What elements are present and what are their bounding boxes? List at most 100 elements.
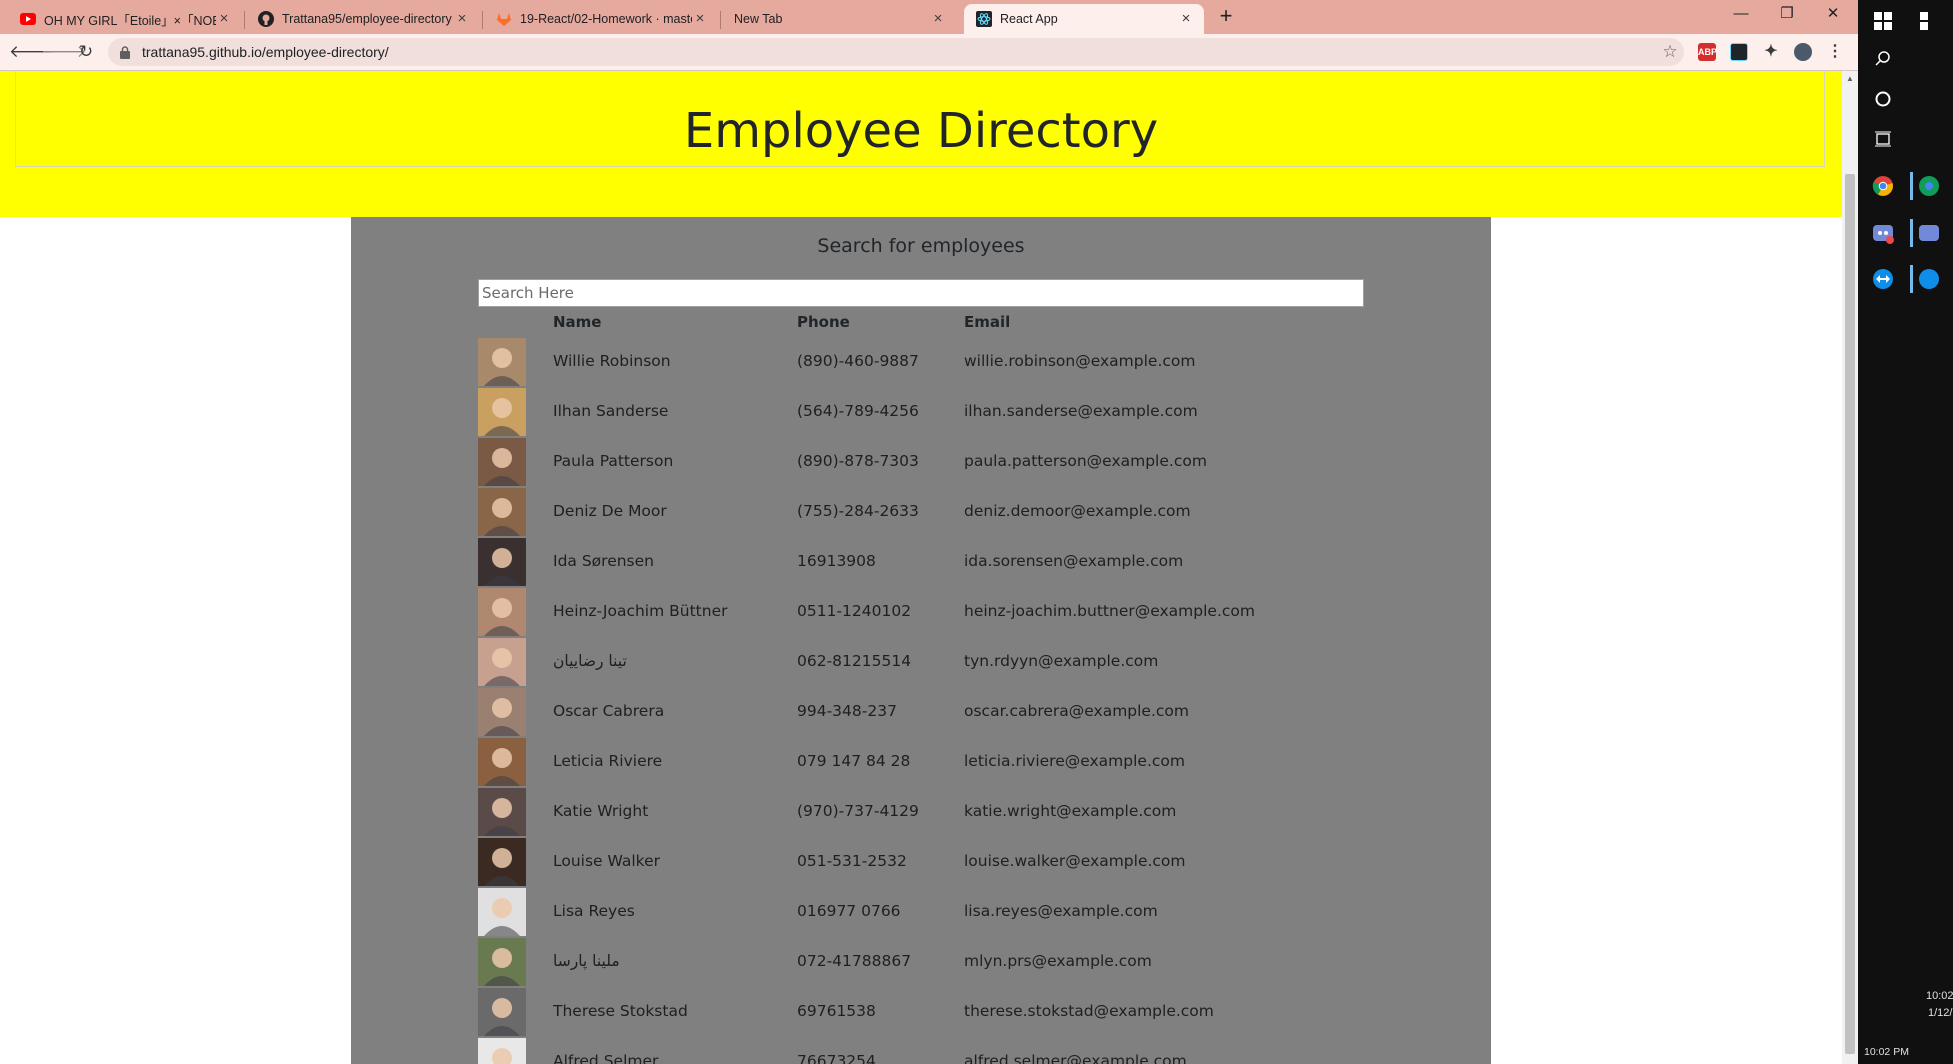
employee-avatar xyxy=(478,838,526,886)
table-row: Willie Robinson (890)-460-9887 willie.robi… xyxy=(351,337,1491,387)
tab-gitlab[interactable]: 19-React/02-Homework · master × xyxy=(484,4,718,34)
employee-name: Oscar Cabrera xyxy=(553,702,665,720)
bookmark-star-icon[interactable]: ☆ xyxy=(1656,42,1684,62)
employee-avatar xyxy=(478,988,526,1036)
discord-icon[interactable] xyxy=(1916,220,1942,246)
discord-icon[interactable] xyxy=(1870,220,1896,246)
employee-avatar xyxy=(478,388,526,436)
column-header-phone[interactable]: Phone xyxy=(797,313,850,331)
reload-button[interactable]: ↻ xyxy=(74,40,98,64)
new-tab-button[interactable]: + xyxy=(1214,5,1238,29)
page-viewport: Employee Directory Search for employees … xyxy=(0,71,1842,1064)
column-header-email[interactable]: Email xyxy=(964,313,1010,331)
table-row: Heinz-Joachim Büttner 0511-1240102 heinz-j… xyxy=(351,587,1491,637)
employee-name: Alfred Selmer xyxy=(553,1052,659,1064)
employee-phone: 76673254 xyxy=(797,1052,876,1064)
tab-github[interactable]: Trattana95/employee-directory × xyxy=(246,4,480,34)
close-tab-icon[interactable]: × xyxy=(216,11,232,27)
close-tab-icon[interactable]: × xyxy=(1178,11,1194,27)
teamviewer-icon[interactable] xyxy=(1916,266,1942,292)
youtube-icon xyxy=(20,11,36,27)
windows-start-icon[interactable] xyxy=(1916,8,1942,34)
scroll-up-icon[interactable]: ▲ xyxy=(1842,74,1858,83)
tab-react-app[interactable]: React App × xyxy=(964,4,1204,34)
tab-separator xyxy=(482,11,483,29)
table-row: Leticia Riviere 079 147 84 28 leticia.rivi… xyxy=(351,737,1491,787)
taskbar-active-indicator xyxy=(1910,172,1913,200)
search-heading: Search for employees xyxy=(817,235,1025,257)
tab-separator xyxy=(720,11,721,29)
profile-avatar[interactable] xyxy=(1794,43,1812,61)
table-row: Katie Wright (970)-737-4129 katie.wright@e… xyxy=(351,787,1491,837)
employee-name: Lisa Reyes xyxy=(553,902,635,920)
forward-button[interactable]: 🡒 xyxy=(41,40,87,64)
employee-email: leticia.riviere@example.com xyxy=(964,752,1185,770)
employee-avatar xyxy=(478,438,526,486)
page-scrollbar[interactable]: ▲ xyxy=(1842,71,1858,1064)
tab-title: Trattana95/employee-directory xyxy=(282,12,452,26)
table-row: Ilhan Sanderse (564)-789-4256 ilhan.sander… xyxy=(351,387,1491,437)
address-bar[interactable]: trattana95.github.io/employee-directory/… xyxy=(108,38,1684,66)
employee-email: katie.wright@example.com xyxy=(964,802,1177,820)
adblock-icon[interactable]: ABP xyxy=(1698,43,1717,61)
employee-avatar xyxy=(478,488,526,536)
employee-email: deniz.demoor@example.com xyxy=(964,502,1191,520)
clock-time[interactable]: 10:02 PM xyxy=(1864,1046,1909,1058)
more-menu-icon[interactable]: ⋮ xyxy=(1826,43,1844,61)
chrome-icon[interactable] xyxy=(1870,173,1896,199)
puzzle-icon[interactable]: ✦ xyxy=(1762,43,1780,61)
table-row: تینا رضاییان 062-81215514 tyn.rdyyn@exampl… xyxy=(351,637,1491,687)
task-view-icon[interactable] xyxy=(1870,126,1896,152)
close-tab-icon[interactable]: × xyxy=(930,11,946,27)
employee-phone: 16913908 xyxy=(797,552,876,570)
table-row: Alfred Selmer 76673254 alfred.selmer@examp… xyxy=(351,1037,1491,1064)
windows-taskbar: 10:02 1/12/ 10:02 PM xyxy=(1858,0,1953,1064)
close-tab-icon[interactable]: × xyxy=(692,11,708,27)
react-devtools-icon[interactable] xyxy=(1730,43,1748,61)
employee-phone: 079 147 84 28 xyxy=(797,752,911,770)
close-window-button[interactable]: ✕ xyxy=(1810,0,1856,30)
close-tab-icon[interactable]: × xyxy=(454,11,470,27)
tab-new-tab[interactable]: New Tab × xyxy=(722,4,956,34)
employee-name: Ida Sørensen xyxy=(553,552,654,570)
employee-name: Louise Walker xyxy=(553,852,660,870)
tab-youtube[interactable]: OH MY GIRL「Etoile」×「NOBLESSE × xyxy=(8,4,242,34)
table-row: Louise Walker 051-531-2532 louise.walker@e… xyxy=(351,837,1491,887)
column-header-name[interactable]: Name xyxy=(553,313,601,331)
employee-avatar xyxy=(478,638,526,686)
employee-phone: (564)-789-4256 xyxy=(797,402,919,420)
search-icon[interactable] xyxy=(1870,46,1896,72)
employee-avatar xyxy=(478,338,526,386)
employee-phone: 994-348-237 xyxy=(797,702,897,720)
employee-email: ilhan.sanderse@example.com xyxy=(964,402,1198,420)
employee-name: Ilhan Sanderse xyxy=(553,402,669,420)
tab-title: New Tab xyxy=(734,12,783,26)
scrollbar-thumb[interactable] xyxy=(1845,174,1855,1054)
employee-email: willie.robinson@example.com xyxy=(964,352,1196,370)
search-input[interactable] xyxy=(478,279,1364,307)
employee-email: louise.walker@example.com xyxy=(964,852,1186,870)
minimize-button[interactable]: — xyxy=(1718,0,1764,30)
table-row: Deniz De Moor (755)-284-2633 deniz.demoor@… xyxy=(351,487,1491,537)
employee-avatar xyxy=(478,738,526,786)
table-row: Lisa Reyes 016977 0766 lisa.reyes@example.… xyxy=(351,887,1491,937)
employee-panel: Search for employees Name Phone Email Wi… xyxy=(351,217,1491,1064)
employee-phone: (755)-284-2633 xyxy=(797,502,919,520)
employee-name: Heinz-Joachim Büttner xyxy=(553,602,728,620)
chrome-icon[interactable] xyxy=(1916,173,1942,199)
lock-icon xyxy=(120,45,132,59)
gitlab-icon xyxy=(496,11,512,27)
windows-start-icon[interactable] xyxy=(1870,8,1896,34)
employee-email: oscar.cabrera@example.com xyxy=(964,702,1189,720)
employee-phone: 062-81215514 xyxy=(797,652,912,670)
employee-email: alfred.selmer@example.com xyxy=(964,1052,1187,1064)
teamviewer-icon[interactable] xyxy=(1870,266,1896,292)
cortana-icon[interactable] xyxy=(1870,86,1896,112)
table-row: ملینا پارسا 072-41788867 mlyn.prs@example.… xyxy=(351,937,1491,987)
back-button[interactable]: 🡐 xyxy=(9,40,55,64)
url-text: trattana95.github.io/employee-directory/ xyxy=(142,44,389,60)
employee-name: Willie Robinson xyxy=(553,352,671,370)
browser-toolbar: 🡐 🡒 ↻ trattana95.github.io/employee-dire… xyxy=(0,34,1858,71)
employee-table-body: Willie Robinson (890)-460-9887 willie.robi… xyxy=(351,337,1491,1064)
restore-button[interactable]: ❐ xyxy=(1764,0,1810,30)
